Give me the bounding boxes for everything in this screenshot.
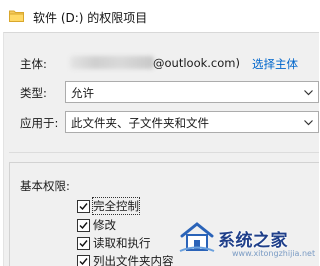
permission-read-execute[interactable]: 读取和执行 [77,235,151,251]
owner-label: 主体: [20,57,47,71]
select-principal-link[interactable]: 选择主体 [252,56,298,72]
checkbox[interactable] [77,199,90,213]
checkmark-icon [79,221,88,229]
checkbox[interactable] [77,254,90,266]
checkmark-icon [79,239,88,247]
permission-label: 修改 [93,218,116,232]
checkmark-icon [79,202,88,210]
logo-house-icon [178,220,216,257]
applies-to-label: 应用于: [20,116,59,130]
window-title: 软件 (D:) 的权限项目 [33,11,148,25]
title-bar: 软件 (D:) 的权限项目 [0,0,319,32]
permission-label: 读取和执行 [93,236,151,250]
applies-to-select-value: 此文件夹、子文件夹和文件 [71,116,209,130]
checkbox[interactable] [77,218,90,232]
chevron-down-icon [303,87,314,98]
permission-full-control[interactable]: 完全控制 [77,197,140,215]
folder-icon [9,9,24,22]
permission-modify[interactable]: 修改 [77,217,116,233]
type-label: 类型: [20,86,47,100]
type-select-value: 允许 [71,86,94,100]
watermark-url: www.xitongzhijia.net [232,249,316,258]
checkbox[interactable] [77,236,90,250]
owner-name-redacted [70,56,154,69]
applies-to-select[interactable]: 此文件夹、子文件夹和文件 [65,111,319,133]
owner-email: @outlook.com) [153,56,240,70]
chevron-down-icon [303,117,314,128]
watermark: 系统之家 www.xitongzhijia.net [160,216,319,266]
basic-permissions-heading: 基本权限: [20,179,70,193]
checkmark-icon [79,257,88,265]
watermark-text: 系统之家 [218,231,288,251]
permission-label: 完全控制 [92,197,140,215]
type-select[interactable]: 允许 [65,81,319,103]
